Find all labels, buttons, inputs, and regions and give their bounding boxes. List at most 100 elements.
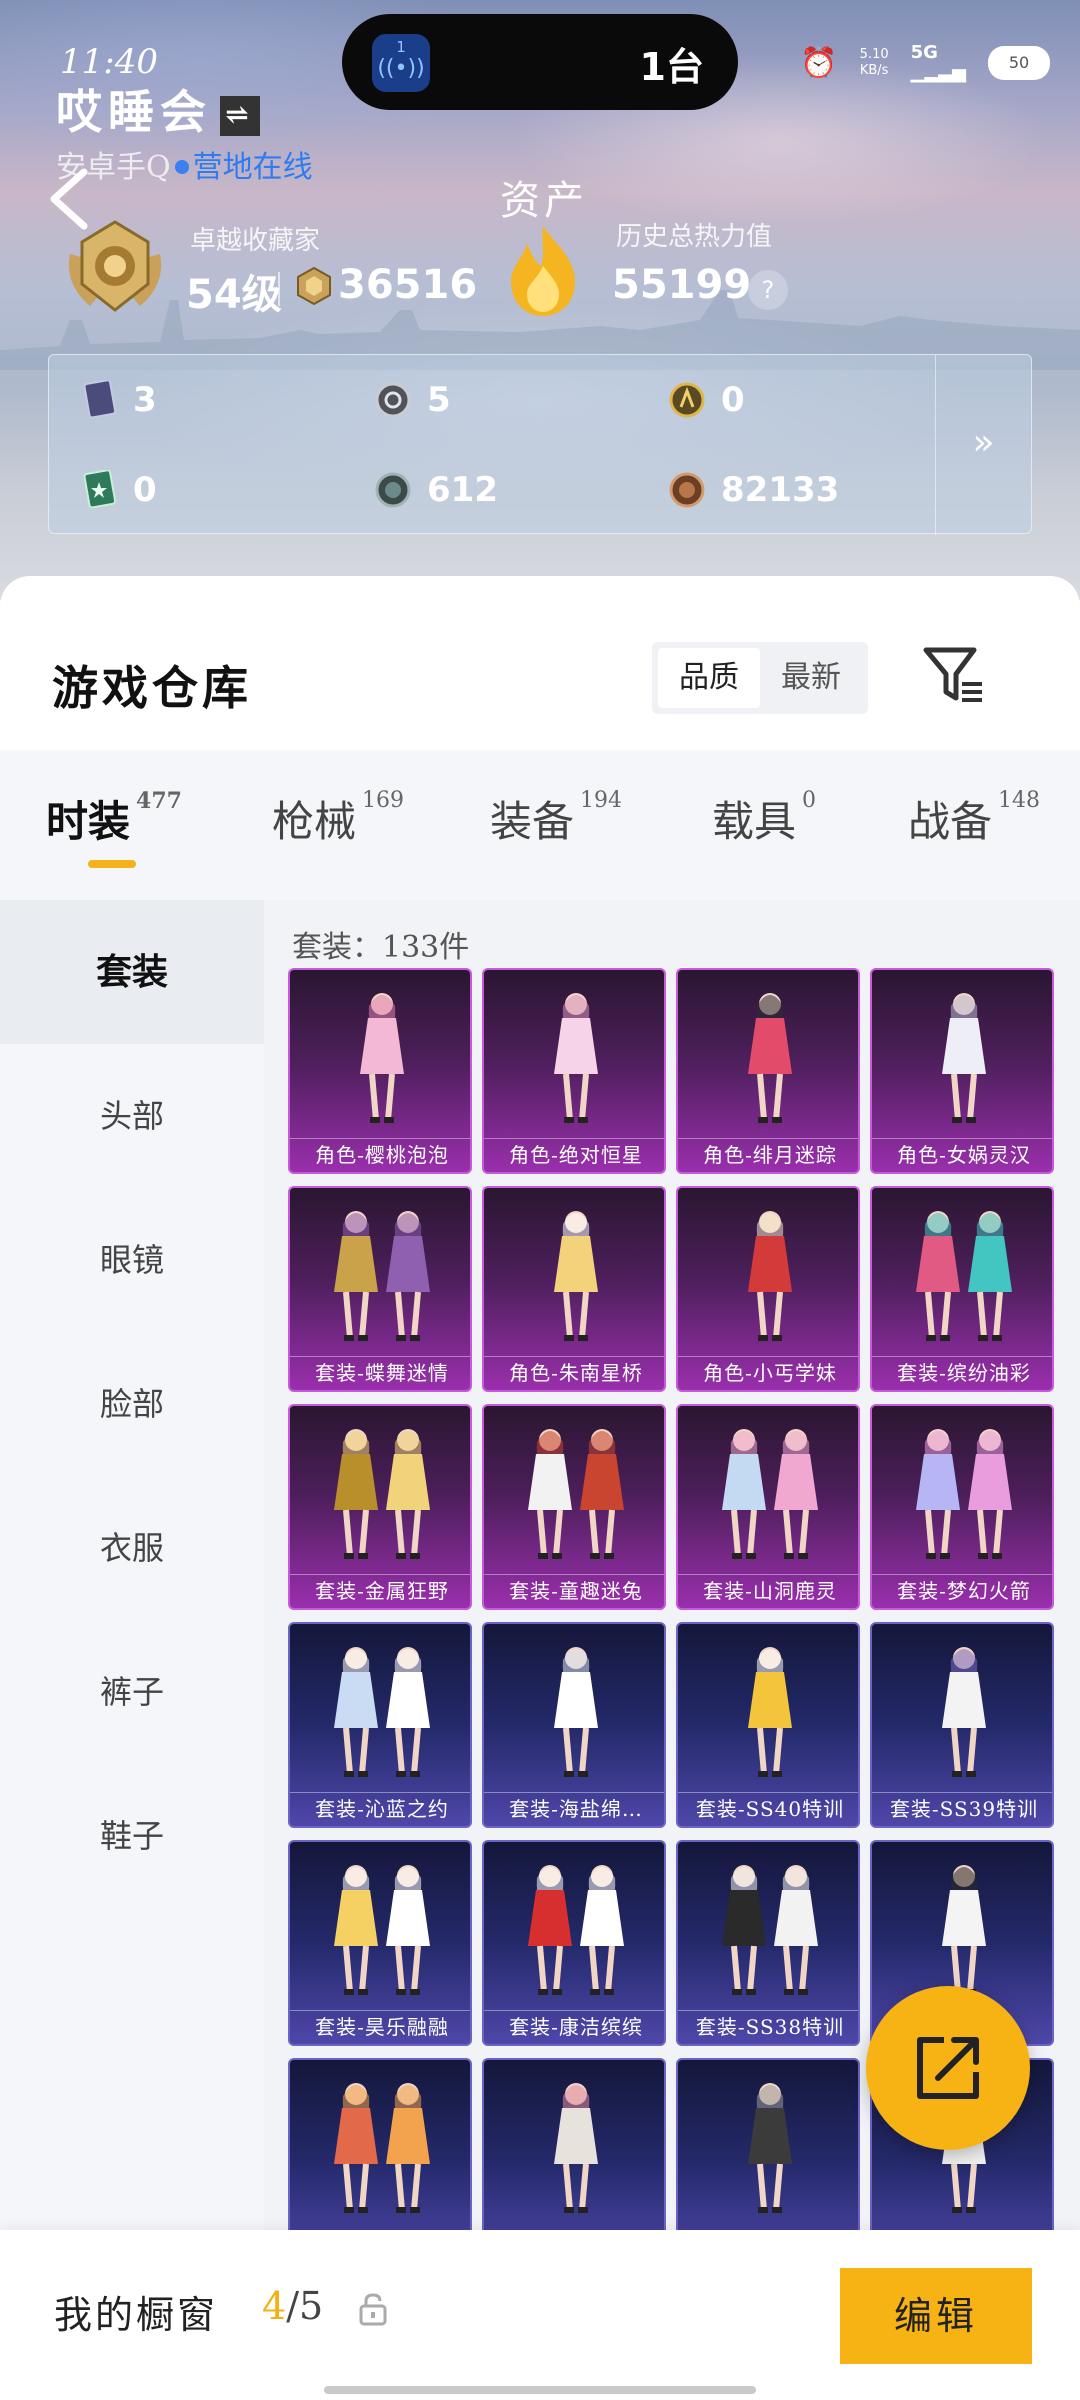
- outfit-preview-image: [748, 1211, 792, 1341]
- stat-item: 0: [669, 375, 745, 425]
- tab-label: 战备: [908, 797, 993, 846]
- lock-icon: [359, 2293, 387, 2326]
- outfit-name: 套装-沁蓝之约: [290, 1792, 470, 1826]
- outfit-card[interactable]: 角色-绯月迷踪: [676, 968, 860, 1174]
- network-speed: 5.10 KB/s: [860, 47, 889, 79]
- token-icon: [375, 472, 411, 508]
- outfit-name: 套装-梦幻火箭: [872, 1574, 1052, 1608]
- outfit-card[interactable]: 套装-海盐绵…: [482, 1622, 666, 1828]
- assets-title: 资产: [500, 178, 588, 224]
- alarm-icon: ⏰: [800, 45, 838, 81]
- outfit-card[interactable]: 角色-小丐学妹: [676, 1186, 860, 1392]
- collection-points: 36516: [338, 262, 478, 308]
- tab-count: 148: [998, 788, 1041, 813]
- sidebar-item-face[interactable]: 脸部: [0, 1332, 264, 1476]
- outfit-preview-image: [722, 1429, 818, 1559]
- outfit-card[interactable]: 套装-山洞鹿灵: [676, 1404, 860, 1610]
- share-icon: [917, 2037, 979, 2099]
- gold-coin-icon: [669, 382, 705, 418]
- outfit-card[interactable]: 套装-SS39特训: [870, 1622, 1054, 1828]
- outfit-name: 角色-绝对恒星: [484, 1138, 664, 1172]
- stat-item: 82133: [669, 465, 839, 515]
- outfit-preview-image: [360, 993, 404, 1123]
- showcase-total: /5: [286, 2284, 324, 2328]
- stat-item: 3: [81, 375, 157, 425]
- outfit-preview-image: [722, 1865, 818, 1995]
- silver-coin-icon: [375, 382, 411, 418]
- outfit-preview-image: [554, 1647, 598, 1777]
- tab-vehicles[interactable]: 载具 0: [712, 788, 816, 848]
- outfit-preview-image: [334, 1429, 430, 1559]
- outfit-name: 套装-山洞鹿灵: [678, 1574, 858, 1608]
- stat-item: 612: [375, 465, 498, 515]
- outfit-card[interactable]: 套装-SS38特训: [676, 1840, 860, 2046]
- tab-weapons[interactable]: 枪械 169: [272, 788, 404, 848]
- outfit-card[interactable]: 角色-樱桃泡泡: [288, 968, 472, 1174]
- outfit-preview-image: [942, 1647, 986, 1777]
- stat-value: 0: [133, 470, 157, 510]
- tab-equipment[interactable]: 装备 194: [490, 788, 622, 848]
- outfit-card[interactable]: 角色-绝对恒星: [482, 968, 666, 1174]
- expand-stats-button[interactable]: »: [935, 355, 1031, 535]
- online-label: 营地在线: [192, 150, 313, 185]
- green-card-icon: [83, 470, 117, 509]
- stat-item: 0: [81, 465, 157, 515]
- sidebar-item-head[interactable]: 头部: [0, 1044, 264, 1188]
- hotspot-icon: 1 ((•)): [372, 34, 430, 92]
- outfit-card[interactable]: 角色-朱南星桥: [482, 1186, 666, 1392]
- outfit-card[interactable]: 套装-童趣迷兔: [482, 1404, 666, 1610]
- network-type: 5G: [910, 42, 938, 63]
- sort-by-newest[interactable]: 最新: [760, 648, 862, 708]
- outfit-name: 套装-SS39特训: [872, 1792, 1052, 1826]
- dynamic-island[interactable]: 1 ((•)) 1台: [342, 14, 738, 110]
- outfit-preview-image: [554, 993, 598, 1123]
- share-button[interactable]: [866, 1986, 1030, 2150]
- stat-item: 5: [375, 375, 451, 425]
- tab-fashion[interactable]: 时装 477: [46, 788, 182, 848]
- outfit-card[interactable]: 套装-康洁缤缤: [482, 1840, 666, 2046]
- sort-by-quality[interactable]: 品质: [658, 648, 760, 708]
- outfit-name: 角色-绯月迷踪: [678, 1138, 858, 1172]
- outfit-card[interactable]: 套装-金属狂野: [288, 1404, 472, 1610]
- help-icon[interactable]: ?: [748, 270, 788, 310]
- outfit-card[interactable]: 套装-SS40特训: [676, 1622, 860, 1828]
- sidebar-item-clothes[interactable]: 衣服: [0, 1476, 264, 1620]
- outfit-name: 角色-小丐学妹: [678, 1356, 858, 1390]
- outfit-preview-image: [334, 2083, 430, 2213]
- stat-value: 5: [427, 380, 451, 420]
- showcase-used: 4: [262, 2284, 287, 2328]
- outfit-preview-image: [942, 993, 986, 1123]
- flame-icon: [511, 226, 575, 316]
- hotspot-count: 1: [396, 38, 406, 56]
- outfit-name: 套装-金属狂野: [290, 1574, 470, 1608]
- filter-icon[interactable]: [922, 646, 986, 706]
- profile-header: 11:40 1 ((•)) 1台 ⏰ 5.10 KB/s 5G ▁▂▃▅ 50 …: [0, 0, 1080, 600]
- outfit-card[interactable]: 套装-缤纷油彩: [870, 1186, 1054, 1392]
- outfit-card[interactable]: 套装-梦幻火箭: [870, 1404, 1054, 1610]
- outfit-preview-image: [748, 993, 792, 1123]
- outfit-name: 套装-缤纷油彩: [872, 1356, 1052, 1390]
- category-tabs: 时装 477 枪械 169 装备 194 载具 0 战备 148: [0, 750, 1080, 900]
- outfit-preview-image: [916, 1429, 1012, 1559]
- signal-indicator: 5G ▁▂▃▅: [911, 43, 966, 83]
- sidebar-item-shoes[interactable]: 鞋子: [0, 1764, 264, 1908]
- signal-bars-icon: ▁▂▃▅: [910, 62, 966, 83]
- sidebar-item-glasses[interactable]: 眼镜: [0, 1188, 264, 1332]
- sidebar-item-pants[interactable]: 裤子: [0, 1620, 264, 1764]
- outfit-preview-image: [748, 2083, 792, 2213]
- heat-value: 55199: [612, 262, 752, 308]
- outfit-card[interactable]: 套装-沁蓝之约: [288, 1622, 472, 1828]
- outfit-preview-image: [554, 1211, 598, 1341]
- outfit-card[interactable]: 套装-蝶舞迷情: [288, 1186, 472, 1392]
- outfit-card[interactable]: 角色-女娲灵汉: [870, 968, 1054, 1174]
- switch-account-icon[interactable]: ⇌: [220, 96, 260, 136]
- active-tab-indicator: [88, 860, 136, 868]
- user-name-text: 哎睡会: [56, 85, 212, 139]
- collection-points-icon: [297, 266, 331, 306]
- stat-value: 612: [427, 470, 498, 510]
- edit-button[interactable]: 编辑: [840, 2268, 1032, 2364]
- tab-supplies[interactable]: 战备 148: [908, 788, 1040, 848]
- outfit-card[interactable]: 套装-昊乐融融: [288, 1840, 472, 2046]
- sidebar-item-outfits[interactable]: 套装: [0, 900, 264, 1044]
- tab-label: 装备: [490, 797, 575, 846]
